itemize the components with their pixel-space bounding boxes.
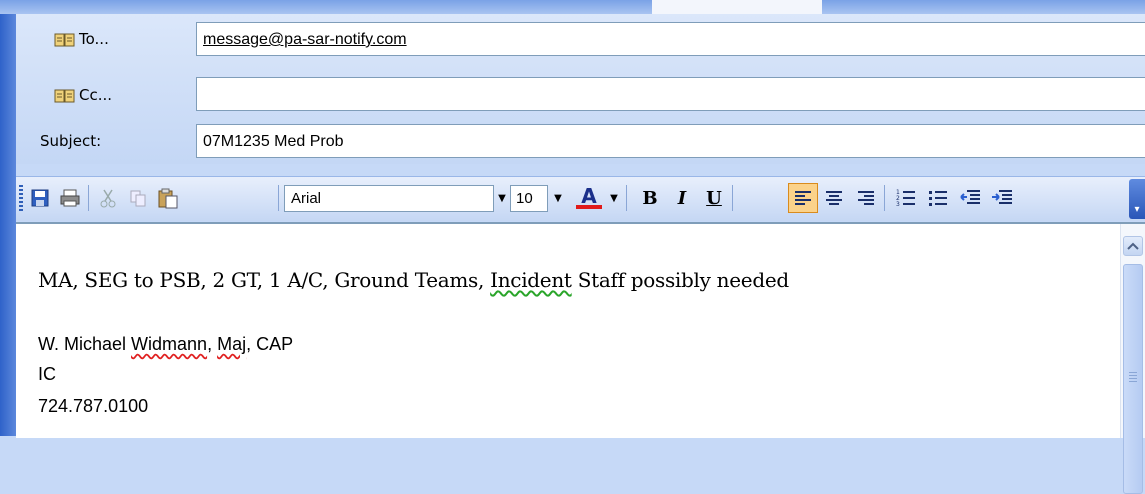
italic-label: I: [677, 187, 687, 209]
cc-button[interactable]: Cc...: [54, 86, 112, 104]
align-right-button[interactable]: [852, 185, 880, 211]
underline-button[interactable]: U: [700, 185, 728, 211]
grammar-flag-word: Incident: [490, 268, 572, 292]
font-color-dropdown-icon[interactable]: ▼: [606, 185, 622, 212]
scroll-thumb[interactable]: [1123, 264, 1143, 494]
address-book-icon: [54, 88, 75, 103]
underline-label: U: [706, 187, 722, 209]
separator: [732, 185, 733, 211]
sig-text-a: W. Michael: [38, 334, 132, 354]
svg-text:3: 3: [896, 201, 900, 207]
toolbar-options-icon[interactable]: ▾: [1129, 179, 1145, 219]
bulleted-list-button[interactable]: [924, 185, 952, 211]
font-name-value: Arial: [291, 190, 322, 207]
to-recipient[interactable]: message@pa-sar-notify.com: [203, 31, 407, 48]
subject-value: 07M1235 Med Prob: [203, 133, 344, 150]
bulleted-list-icon: [929, 191, 947, 206]
scroll-up-icon: [1127, 242, 1139, 250]
align-center-icon: [826, 191, 842, 205]
separator: [626, 185, 627, 211]
increase-indent-button[interactable]: [988, 185, 1016, 211]
scroll-up-button[interactable]: [1123, 236, 1143, 256]
title-gap: [652, 0, 822, 14]
increase-indent-icon: [992, 190, 1012, 204]
window-top-strip: [0, 0, 1145, 14]
vertical-scrollbar[interactable]: [1120, 224, 1145, 494]
cc-field[interactable]: [196, 77, 1145, 111]
numbered-list-icon: 123: [896, 189, 915, 207]
print-icon: [60, 189, 80, 207]
italic-button[interactable]: I: [668, 185, 696, 211]
decrease-indent-icon: [960, 190, 980, 204]
to-button[interactable]: To...: [54, 30, 109, 48]
align-center-button[interactable]: [820, 185, 848, 211]
cut-icon: [100, 189, 116, 208]
separator: [278, 185, 279, 211]
spelling-flag-word: Maj: [217, 334, 247, 354]
numbered-list-button[interactable]: 123: [892, 185, 920, 211]
copy-button[interactable]: [124, 185, 152, 211]
font-size-dropdown-icon[interactable]: ▼: [550, 185, 566, 212]
subject-label-text: Subject:: [40, 132, 102, 150]
body-line-1: MA, SEG to PSB, 2 GT, 1 A/C, Ground Team…: [38, 268, 789, 292]
separator: [884, 185, 885, 211]
subject-field[interactable]: 07M1235 Med Prob: [196, 124, 1145, 158]
font-name-select[interactable]: Arial: [284, 185, 494, 212]
message-header: To... message@pa-sar-notify.com Cc... Su…: [16, 14, 1145, 164]
decrease-indent-button[interactable]: [956, 185, 984, 211]
grip-icon[interactable]: [19, 185, 23, 211]
bold-button[interactable]: B: [636, 185, 664, 211]
bold-label: B: [642, 187, 658, 209]
message-body[interactable]: MA, SEG to PSB, 2 GT, 1 A/C, Ground Team…: [16, 222, 1145, 494]
to-label: To...: [79, 30, 109, 48]
body-line-1-text-a: MA, SEG to PSB, 2 GT, 1 A/C, Ground Team…: [38, 268, 491, 292]
save-icon: [31, 189, 49, 207]
cc-label: Cc...: [79, 86, 113, 104]
window-left-edge: [0, 14, 16, 436]
signature-phone: 724.787.0100: [38, 396, 149, 416]
save-button[interactable]: [26, 185, 54, 211]
print-button[interactable]: [56, 185, 84, 211]
formatting-toolbar: Arial ▼ 10 ▼ A ▼ B I U 123 ▾: [16, 176, 1145, 221]
font-size-select[interactable]: 10: [510, 185, 548, 212]
address-book-icon: [54, 32, 75, 47]
copy-icon: [130, 190, 146, 207]
sig-text-b: ,: [207, 334, 218, 354]
font-size-value: 10: [516, 190, 533, 207]
signature-name: W. Michael Widmann, Maj, CAP: [38, 334, 293, 355]
paste-button[interactable]: [154, 185, 182, 211]
align-right-icon: [858, 191, 874, 205]
subject-label: Subject:: [40, 132, 101, 150]
paste-icon: [158, 188, 178, 209]
font-color-swatch: [576, 205, 602, 209]
signature-role: IC: [38, 364, 56, 384]
font-color-button[interactable]: A: [572, 185, 606, 211]
to-field[interactable]: message@pa-sar-notify.com: [196, 22, 1145, 56]
sig-text-c: , CAP: [246, 334, 294, 354]
separator: [88, 185, 89, 211]
font-name-dropdown-icon[interactable]: ▼: [494, 185, 510, 212]
cut-button[interactable]: [94, 185, 122, 211]
spelling-flag-word: Widmann: [131, 334, 208, 354]
align-left-icon: [795, 191, 811, 205]
body-line-1-text-b: Staff possibly needed: [571, 268, 789, 292]
font-color-icon: A: [581, 184, 597, 208]
align-left-button[interactable]: [788, 183, 818, 213]
scroll-thumb-grip: [1129, 372, 1137, 382]
